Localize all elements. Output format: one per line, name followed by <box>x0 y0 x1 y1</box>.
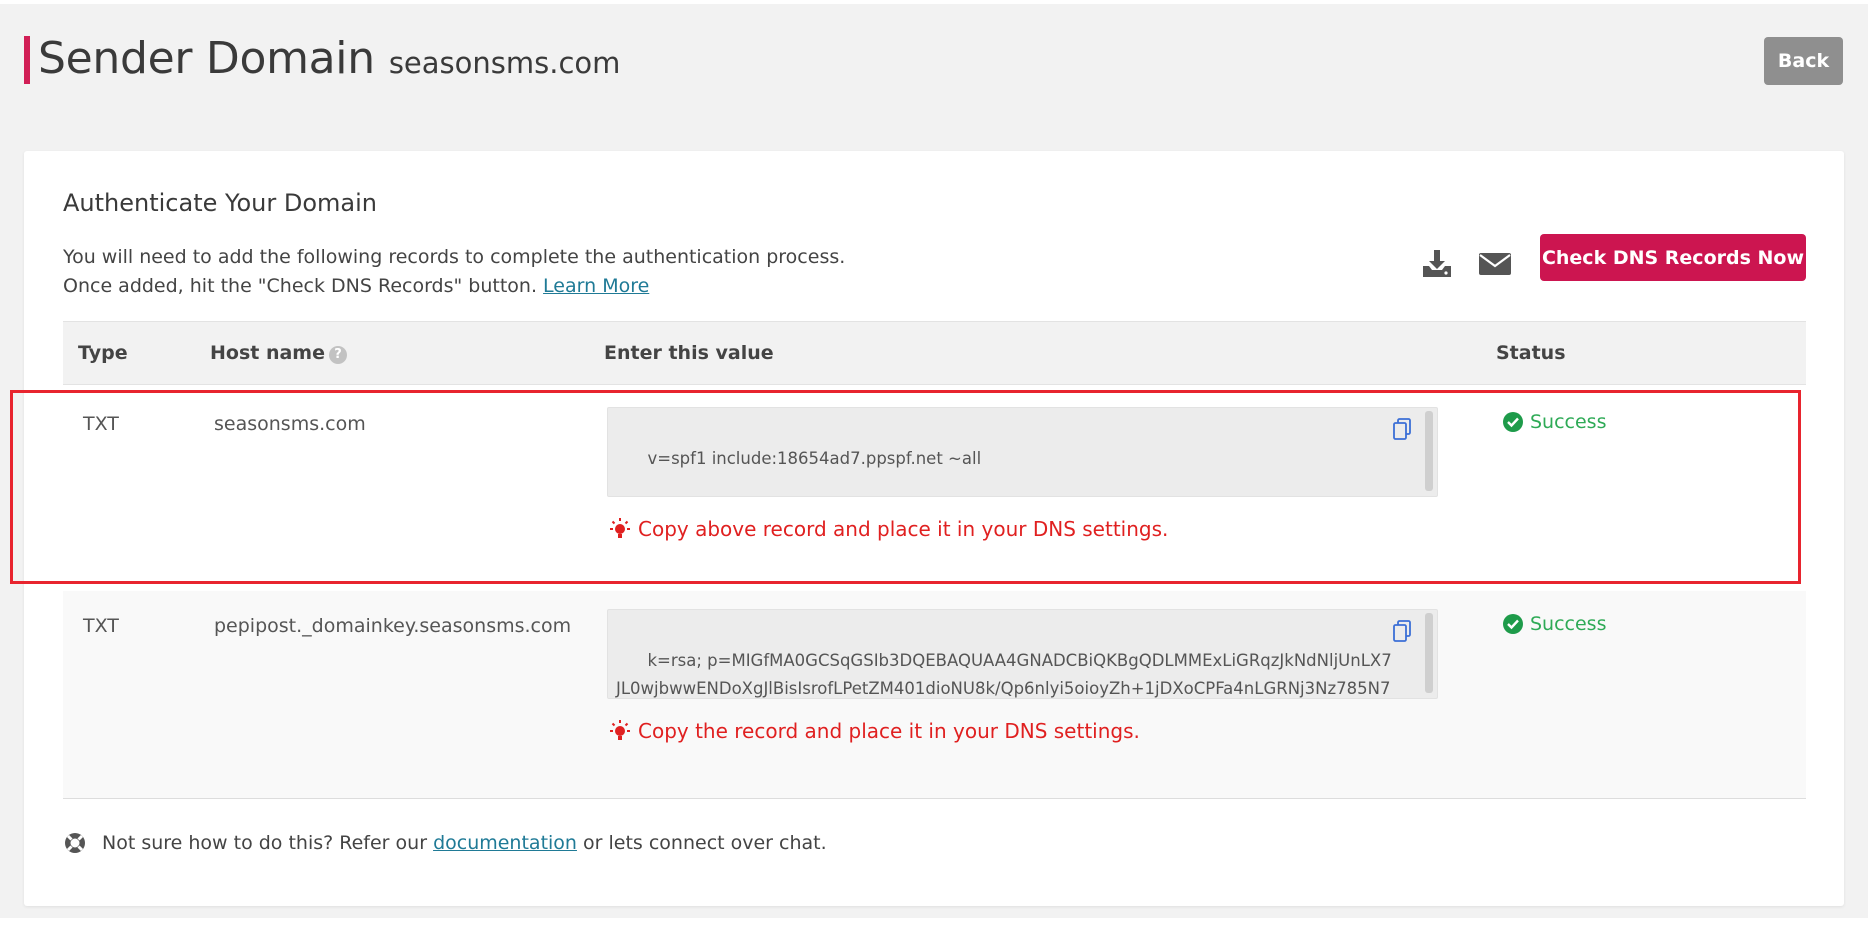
check-circle-icon <box>1503 412 1523 432</box>
status-text: Success <box>1530 411 1607 433</box>
records-table-header: Type Host name? Enter this value Status <box>63 321 1806 385</box>
column-type: Type <box>78 342 128 364</box>
check-dns-records-button[interactable]: Check DNS Records Now <box>1540 234 1806 281</box>
mail-icon[interactable] <box>1478 252 1512 276</box>
copy-hint-text: Copy above record and place it in your D… <box>638 517 1169 541</box>
column-value: Enter this value <box>604 342 774 364</box>
lifebuoy-icon <box>65 833 85 853</box>
status-badge: Success <box>1502 411 1606 433</box>
description-line-2-text: Once added, hit the "Check DNS Records" … <box>63 275 537 297</box>
back-button[interactable]: Back <box>1764 37 1843 85</box>
domain-name: seasonsms.com <box>388 46 621 80</box>
description-line-2: Once added, hit the "Check DNS Records" … <box>63 272 845 301</box>
record-host: seasonsms.com <box>214 413 366 435</box>
status-text: Success <box>1530 613 1607 635</box>
record-value-field[interactable]: v=spf1 include:18654ad7.ppspf.net ~all <box>607 407 1438 497</box>
page-title: Sender Domain <box>38 33 375 84</box>
record-value-field[interactable]: k=rsa; p=MIGfMA0GCSqGSIb3DQEBAQUAA4GNADC… <box>607 609 1438 699</box>
description-line-1: You will need to add the following recor… <box>63 246 846 268</box>
record-host: pepipost._domainkey.seasonsms.com <box>214 615 572 637</box>
value-scrollbar[interactable] <box>1425 613 1433 693</box>
table-row: TXT seasonsms.com v=spf1 include:18654ad… <box>63 389 1806 591</box>
column-status: Status <box>1496 342 1566 364</box>
footer-prefix: Not sure how to do this? Refer our <box>102 832 428 854</box>
copy-icon[interactable] <box>1393 418 1411 440</box>
documentation-link[interactable]: documentation <box>433 832 577 854</box>
authenticate-card: Authenticate Your Domain You will need t… <box>24 151 1844 906</box>
download-icon[interactable] <box>1420 247 1454 281</box>
card-title: Authenticate Your Domain <box>63 189 378 217</box>
lightbulb-icon <box>610 518 630 538</box>
title-accent-bar <box>24 36 30 84</box>
help-footer: Not sure how to do this? Refer our docum… <box>63 831 827 855</box>
copy-hint-text: Copy the record and place it in your DNS… <box>638 719 1140 743</box>
record-value-text: v=spf1 include:18654ad7.ppspf.net ~all <box>647 449 982 468</box>
card-description: You will need to add the following recor… <box>63 243 845 301</box>
record-type: TXT <box>83 615 119 637</box>
value-scrollbar[interactable] <box>1425 411 1433 491</box>
copy-hint: Copy the record and place it in your DNS… <box>608 719 1140 743</box>
table-row: TXT pepipost._domainkey.seasonsms.com k=… <box>63 591 1806 799</box>
check-circle-icon <box>1503 614 1523 634</box>
help-icon[interactable]: ? <box>329 346 347 364</box>
learn-more-link[interactable]: Learn More <box>543 275 649 297</box>
lightbulb-icon <box>610 720 630 740</box>
footer-suffix: or lets connect over chat. <box>583 832 827 854</box>
record-value-text: k=rsa; p=MIGfMA0GCSqGSIb3DQEBAQUAA4GNADC… <box>616 651 1392 698</box>
page-header: Sender Domain seasonsms.com <box>24 34 620 84</box>
copy-hint: Copy above record and place it in your D… <box>608 517 1168 541</box>
column-host-label: Host name <box>210 342 325 364</box>
record-type: TXT <box>83 413 119 435</box>
status-badge: Success <box>1502 613 1606 635</box>
copy-icon[interactable] <box>1393 620 1411 642</box>
column-host: Host name? <box>210 342 347 364</box>
